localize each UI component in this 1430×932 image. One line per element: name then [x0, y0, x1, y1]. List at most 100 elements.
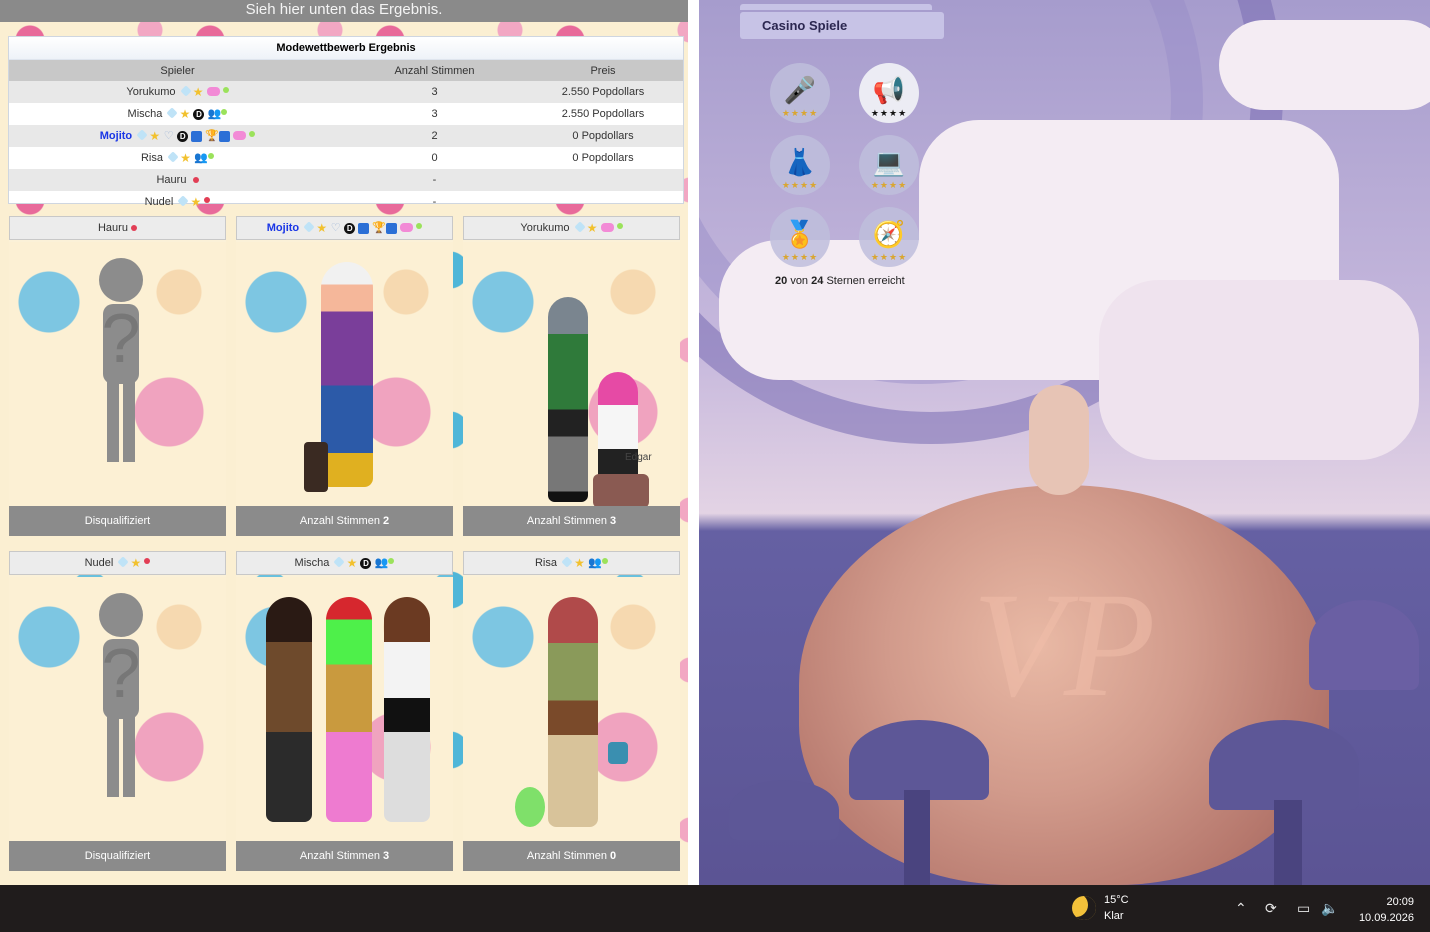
- achievement-badge[interactable]: 🧭 ★★★★: [859, 207, 919, 267]
- chevron-up-icon[interactable]: ⌃: [1235, 900, 1247, 917]
- contestant-card-mischa: Mischa ★ D 👥 Anzahl Stimmen 3: [236, 551, 453, 871]
- diamond-icon: [117, 555, 130, 568]
- online-status-icon: [249, 130, 256, 137]
- contestant-card-risa: Risa ★ 👥 Anzahl Stimmen 0: [463, 551, 680, 871]
- friends-icon: 👥: [374, 556, 389, 569]
- achievement-badge[interactable]: 💻 ★★★★: [859, 135, 919, 195]
- votes-cell: 0: [431, 152, 438, 164]
- card-player-name[interactable]: Mojito: [267, 222, 299, 234]
- table-row: Risa ★ 👥 0 0 Popdollars: [9, 147, 683, 169]
- diamond-icon: [573, 220, 586, 233]
- table-row: Nudel ★ -: [9, 191, 683, 213]
- card-player-name[interactable]: Mischa: [295, 557, 330, 569]
- system-clock[interactable]: 20:09 10.09.2026: [1359, 894, 1414, 926]
- diamond-icon: [303, 220, 315, 233]
- card-player-name[interactable]: Risa: [535, 557, 557, 569]
- outfit-image: [236, 577, 453, 841]
- player-name-link[interactable]: Risa: [141, 152, 163, 164]
- card-player-name[interactable]: Nudel: [85, 557, 114, 569]
- prize-cell: 2.550 Popdollars: [561, 108, 645, 120]
- prize-cell: 0 Popdollars: [572, 152, 634, 164]
- player-name-link[interactable]: Nudel: [145, 196, 174, 208]
- player-name-link[interactable]: Mojito: [100, 130, 132, 142]
- achievement-badge[interactable]: 📢 ★★★★: [859, 63, 919, 123]
- online-status-icon: [616, 222, 623, 229]
- friends-icon: 👥: [194, 151, 208, 164]
- outfit-image: [236, 242, 453, 506]
- achievement-badge[interactable]: 🎤 ★★★★: [770, 63, 830, 123]
- companion-avatar: [326, 597, 372, 822]
- table-row: Mojito ★ ♡ D 🏆 2 0 Popdollars: [9, 125, 683, 147]
- achievement-badge[interactable]: 🏅 ★★★★: [770, 207, 830, 267]
- heart-icon: ♡: [163, 129, 174, 142]
- diamond-icon: [179, 84, 192, 97]
- prize-cell: [523, 169, 683, 191]
- disqualified-silhouette: ?: [99, 258, 143, 462]
- d-badge-icon: D: [177, 130, 189, 142]
- card-player-name[interactable]: Yorukumo: [520, 222, 569, 234]
- diamond-icon: [333, 555, 346, 568]
- pen-icon: [386, 222, 398, 234]
- achievement-badge[interactable]: 👗 ★★★★: [770, 135, 830, 195]
- header-votes: Anzahl Stimmen: [346, 60, 523, 81]
- disqualified-silhouette: ?: [99, 593, 143, 797]
- offline-status-icon: [192, 177, 199, 184]
- companion-avatar: [384, 597, 430, 822]
- star-icon: ★: [190, 194, 202, 209]
- card-player-name[interactable]: Hauru: [98, 222, 128, 234]
- contestant-card-hauru: Hauru ? Disqualifiziert: [9, 216, 226, 536]
- player-avatar: [548, 297, 588, 502]
- table-header-row: Spieler Anzahl Stimmen Preis: [9, 60, 683, 81]
- header-prize: Preis: [523, 60, 683, 81]
- results-table: Spieler Anzahl Stimmen Preis Yorukumo ★ …: [9, 60, 683, 213]
- player-name-link[interactable]: Yorukumo: [126, 86, 175, 98]
- online-status-icon: [416, 222, 423, 229]
- tab-casino-games[interactable]: Casino Spiele: [740, 12, 944, 39]
- outfit-image: [463, 577, 680, 841]
- diamond-icon: [166, 106, 179, 119]
- votes-cell: -: [346, 169, 523, 191]
- d-badge-icon: D: [360, 557, 372, 569]
- star-icon: ★: [346, 555, 358, 570]
- outfit-image: Edgar: [463, 242, 680, 508]
- svg-text:VP: VP: [972, 562, 1155, 728]
- offline-status-icon: [144, 557, 151, 564]
- votes-cell: 3: [346, 81, 523, 103]
- sync-icon[interactable]: ⟳: [1265, 900, 1277, 917]
- online-status-icon: [221, 108, 228, 115]
- outfit-image: ?: [9, 242, 226, 506]
- player-name-link[interactable]: Hauru: [156, 174, 186, 186]
- dress-icon: 👗: [783, 147, 817, 177]
- table-row: Yorukumo ★ 3 2.550 Popdollars: [9, 81, 683, 103]
- diamond-icon: [167, 150, 179, 163]
- friends-icon: 👥: [588, 556, 602, 569]
- star-icon: ★: [130, 555, 142, 570]
- player-name-link[interactable]: Mischa: [128, 108, 163, 120]
- profile-background-panel: VP Casino Spiele 🎤 ★★★★ 📢 ★★★★ 👗 ★★★★ 💻 …: [699, 0, 1430, 885]
- star-icon: ★: [586, 220, 598, 235]
- diamond-icon: [136, 128, 148, 141]
- contestant-card-yorukumo: Yorukumo ★ Edgar Anzahl Stimmen 3: [463, 216, 680, 536]
- d-badge-icon: D: [344, 222, 356, 234]
- votes-cell: 2: [346, 125, 523, 147]
- results-table-panel: Modewettbewerb Ergebnis Spieler Anzahl S…: [8, 36, 684, 208]
- pumpkin-logo: VP: [799, 385, 1329, 885]
- network-icon[interactable]: ▭: [1297, 900, 1310, 917]
- table-row: Hauru -: [9, 169, 683, 191]
- card-vote-count: Anzahl Stimmen 0: [463, 841, 680, 871]
- card-vote-count: Anzahl Stimmen 3: [463, 506, 680, 536]
- handbag-icon: [608, 742, 628, 764]
- card-vote-count: Anzahl Stimmen 2: [236, 506, 453, 536]
- player-avatar: [548, 597, 598, 827]
- gavel-icon: [191, 130, 203, 142]
- diamond-icon: [177, 194, 190, 207]
- pet-name: Edgar: [625, 452, 652, 463]
- alien-pet-icon: [515, 787, 545, 827]
- results-title: Modewettbewerb Ergebnis: [9, 37, 683, 60]
- card-status: Disqualifiziert: [9, 506, 226, 536]
- votes-cell: -: [432, 196, 437, 208]
- pig-pet-icon: [593, 474, 649, 508]
- gavel-icon: [358, 222, 370, 234]
- speaker-icon[interactable]: 🔈: [1321, 900, 1338, 917]
- online-status-icon: [602, 557, 609, 564]
